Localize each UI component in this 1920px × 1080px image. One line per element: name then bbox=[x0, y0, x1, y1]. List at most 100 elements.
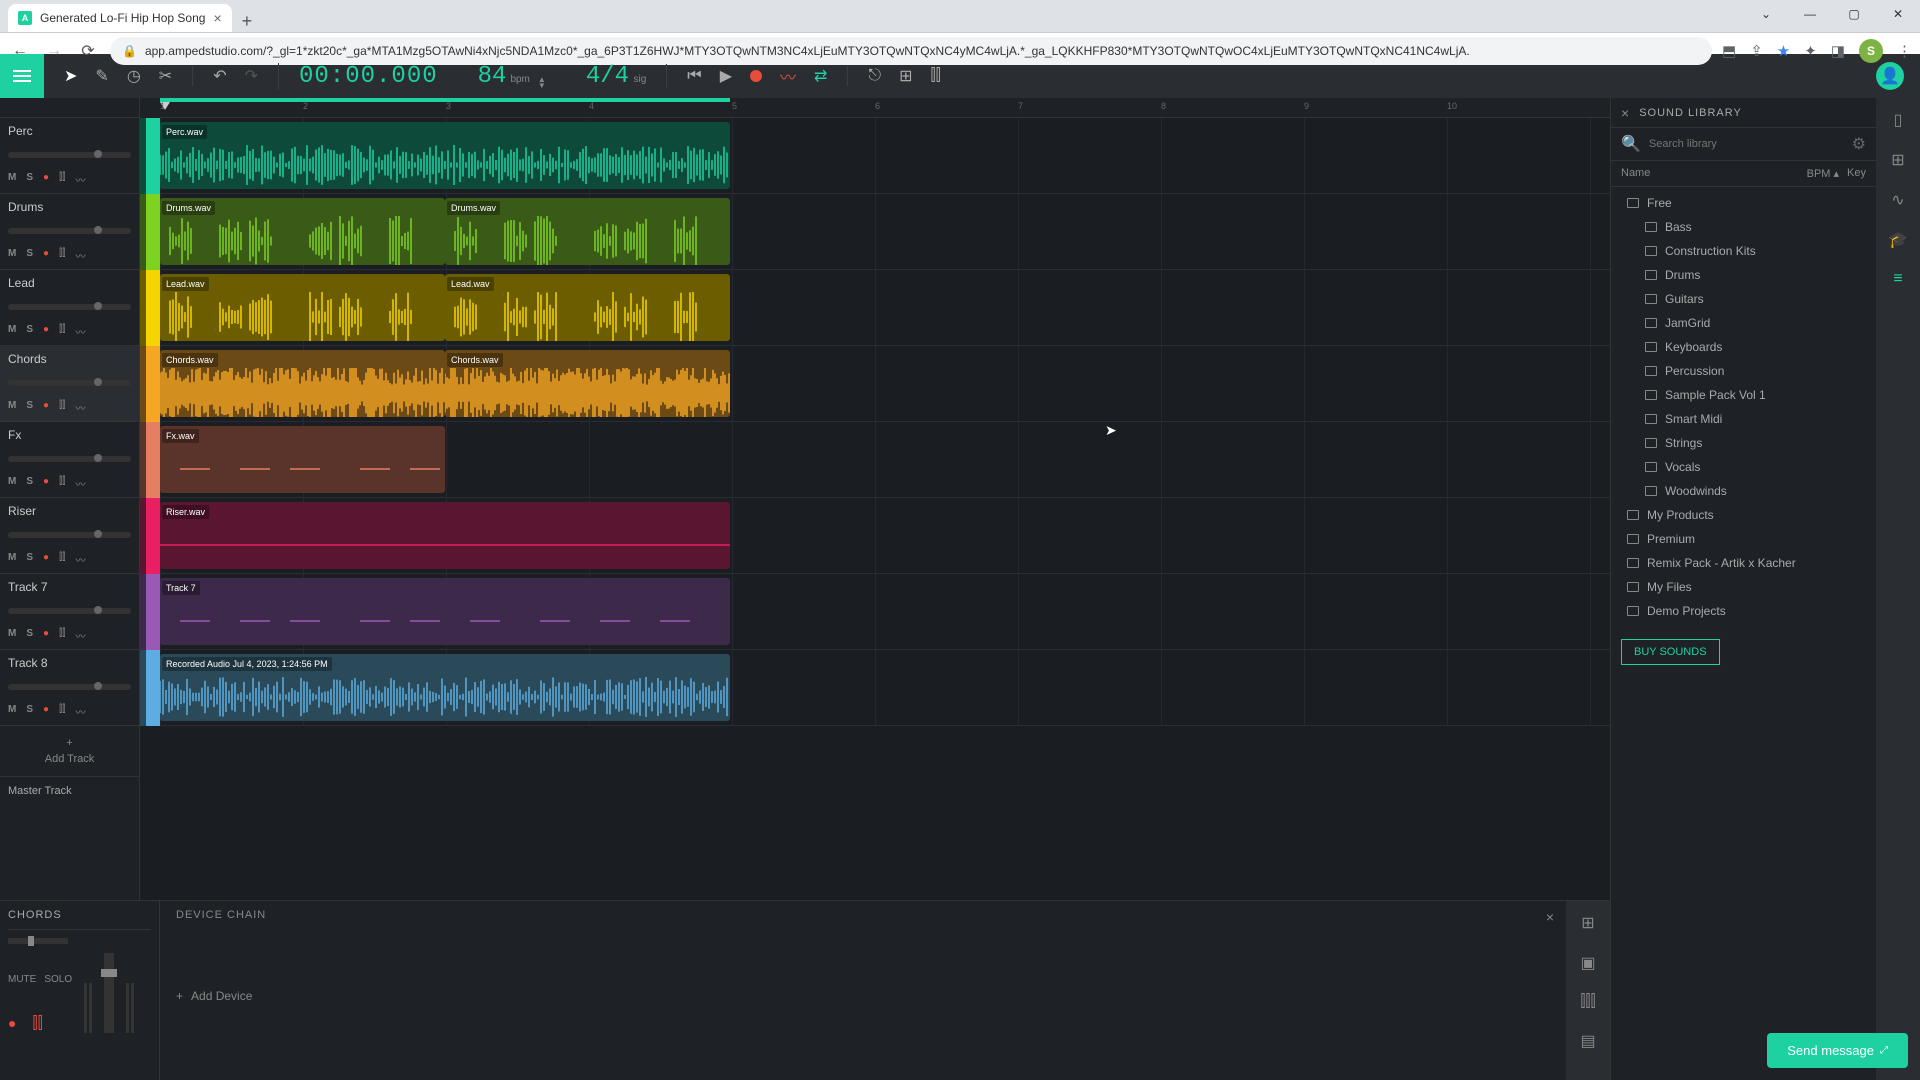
track-lane[interactable]: Chords.wav Chords.wav bbox=[160, 346, 1610, 422]
close-icon[interactable]: × bbox=[1621, 105, 1629, 121]
chain-settings-icon[interactable]: ⫿⫿ bbox=[32, 1015, 42, 1033]
account-button[interactable]: 👤 bbox=[1876, 62, 1904, 90]
track-lane[interactable]: Track 7 bbox=[160, 574, 1610, 650]
share-icon[interactable]: ⇪ bbox=[1750, 42, 1763, 60]
track-volume-slider[interactable] bbox=[8, 456, 131, 462]
mute-button[interactable]: M bbox=[8, 628, 16, 643]
track-lane[interactable]: Riser.wav bbox=[160, 498, 1610, 574]
search-input[interactable] bbox=[1649, 138, 1844, 150]
track-header[interactable]: Perc M S ● ⫿⫿ 〰 bbox=[0, 118, 139, 194]
volume-fader[interactable] bbox=[104, 953, 114, 1033]
arm-button[interactable]: ● bbox=[43, 476, 49, 491]
solo-button[interactable]: S bbox=[26, 552, 33, 567]
arm-record-button[interactable]: ● bbox=[8, 1015, 16, 1033]
solo-button[interactable]: S bbox=[26, 400, 33, 415]
automation-icon[interactable]: ⫿⫿ bbox=[59, 324, 65, 339]
signature-display[interactable]: 4/4 sig bbox=[586, 63, 646, 90]
track-header[interactable]: Lead M S ● ⫿⫿ 〰 bbox=[0, 270, 139, 346]
timeline[interactable]: 12345678910 Perc.wav Drums.wav Drums.wav… bbox=[160, 98, 1610, 900]
chain-fader[interactable] bbox=[8, 938, 68, 944]
library-folder[interactable]: Keyboards bbox=[1611, 335, 1876, 359]
track-lane[interactable]: Fx.wav bbox=[160, 422, 1610, 498]
library-folder[interactable]: Woodwinds bbox=[1611, 479, 1876, 503]
column-name[interactable]: Name bbox=[1621, 167, 1807, 180]
time-display[interactable]: 00:00.000 bbox=[299, 63, 438, 90]
library-folder[interactable]: Demo Projects bbox=[1611, 599, 1876, 623]
device-browser-icon[interactable]: ▤ bbox=[1580, 1031, 1595, 1051]
automation-button[interactable]: ⎋ bbox=[868, 67, 881, 85]
library-folder[interactable]: Guitars bbox=[1611, 287, 1876, 311]
column-key[interactable]: Key bbox=[1847, 167, 1866, 180]
close-window-button[interactable]: ✕ bbox=[1876, 0, 1920, 28]
audio-clip[interactable]: Chords.wav bbox=[445, 350, 730, 417]
reload-button[interactable]: ⟳ bbox=[76, 41, 100, 61]
library-folder[interactable]: JamGrid bbox=[1611, 311, 1876, 335]
track-menu-icon[interactable]: 〰 bbox=[75, 324, 85, 339]
play-button[interactable]: ▶ bbox=[720, 66, 732, 86]
arm-button[interactable]: ● bbox=[43, 248, 49, 263]
track-menu-icon[interactable]: 〰 bbox=[75, 628, 85, 643]
tempo-stepper[interactable]: ▲▼ bbox=[538, 77, 546, 89]
rail-library-icon[interactable]: ▯ bbox=[1894, 110, 1903, 130]
library-folder[interactable]: Free bbox=[1611, 191, 1876, 215]
timer-tool[interactable]: ◷ bbox=[127, 66, 141, 86]
track-volume-slider[interactable] bbox=[8, 228, 131, 234]
solo-button[interactable]: SOLO bbox=[44, 974, 72, 985]
loop-button[interactable]: ⇄ bbox=[814, 66, 827, 86]
library-folder[interactable]: My Products bbox=[1611, 503, 1876, 527]
rail-grid-icon[interactable]: ⊞ bbox=[1891, 150, 1904, 170]
buy-sounds-button[interactable]: BUY SOUNDS bbox=[1621, 639, 1720, 665]
arm-button[interactable]: ● bbox=[43, 628, 49, 643]
maximize-button[interactable]: ▢ bbox=[1832, 0, 1876, 28]
mute-button[interactable]: MUTE bbox=[8, 974, 36, 985]
track-menu-icon[interactable]: 〰 bbox=[75, 704, 85, 719]
pencil-tool[interactable]: ✎ bbox=[95, 66, 108, 86]
solo-button[interactable]: S bbox=[26, 172, 33, 187]
audio-clip[interactable]: Track 7 bbox=[160, 578, 730, 645]
arm-button[interactable]: ● bbox=[43, 172, 49, 187]
mute-button[interactable]: M bbox=[8, 552, 16, 567]
track-menu-icon[interactable]: 〰 bbox=[75, 476, 85, 491]
forward-button[interactable]: → bbox=[42, 42, 66, 60]
track-volume-slider[interactable] bbox=[8, 684, 131, 690]
snap-button[interactable]: ⊞ bbox=[899, 66, 912, 86]
cut-tool[interactable]: ✂ bbox=[159, 66, 172, 86]
track-menu-icon[interactable]: 〰 bbox=[75, 248, 85, 263]
extensions-icon[interactable]: ✦ bbox=[1804, 42, 1817, 60]
audio-clip[interactable]: Riser.wav bbox=[160, 502, 730, 569]
arm-button[interactable]: ● bbox=[43, 400, 49, 415]
track-header[interactable]: Fx M S ● ⫿⫿ 〰 bbox=[0, 422, 139, 498]
mute-button[interactable]: M bbox=[8, 324, 16, 339]
library-folder[interactable]: Sample Pack Vol 1 bbox=[1611, 383, 1876, 407]
mute-button[interactable]: M bbox=[8, 172, 16, 187]
automation-icon[interactable]: ⫿⫿ bbox=[59, 400, 65, 415]
library-folder[interactable]: Vocals bbox=[1611, 455, 1876, 479]
master-track[interactable]: Master Track bbox=[0, 776, 139, 805]
automation-icon[interactable]: ⫿⫿ bbox=[59, 552, 65, 567]
solo-button[interactable]: S bbox=[26, 324, 33, 339]
solo-button[interactable]: S bbox=[26, 628, 33, 643]
audio-clip[interactable]: Drums.wav bbox=[445, 198, 730, 265]
browser-tab[interactable]: A Generated Lo-Fi Hip Hop Song × bbox=[8, 4, 232, 32]
redo-button[interactable]: ↷ bbox=[245, 66, 258, 86]
device-view-icon[interactable]: ⊞ bbox=[1581, 913, 1594, 933]
install-icon[interactable]: ⬒ bbox=[1722, 42, 1736, 60]
device-editor-icon[interactable]: ▣ bbox=[1580, 953, 1595, 973]
library-folder[interactable]: Drums bbox=[1611, 263, 1876, 287]
track-lane[interactable]: Lead.wav Lead.wav bbox=[160, 270, 1610, 346]
device-piano-icon[interactable]: ⫿⫿⫿ bbox=[1580, 993, 1595, 1011]
audio-clip[interactable]: Drums.wav bbox=[160, 198, 445, 265]
track-menu-icon[interactable]: 〰 bbox=[75, 172, 85, 187]
pointer-tool[interactable]: ➤ bbox=[64, 66, 77, 86]
mute-button[interactable]: M bbox=[8, 400, 16, 415]
menu-icon[interactable]: ⋮ bbox=[1897, 42, 1912, 60]
tempo-display[interactable]: 84 bpm ▲▼ bbox=[478, 63, 546, 90]
track-volume-slider[interactable] bbox=[8, 532, 131, 538]
add-track-button[interactable]: + Add Track bbox=[0, 726, 139, 776]
track-volume-slider[interactable] bbox=[8, 380, 131, 386]
automation-icon[interactable]: ⫿⫿ bbox=[59, 628, 65, 643]
metronome-button[interactable]: 〰 bbox=[780, 64, 796, 88]
solo-button[interactable]: S bbox=[26, 248, 33, 263]
library-folder[interactable]: Construction Kits bbox=[1611, 239, 1876, 263]
audio-clip[interactable]: Perc.wav bbox=[160, 122, 730, 189]
